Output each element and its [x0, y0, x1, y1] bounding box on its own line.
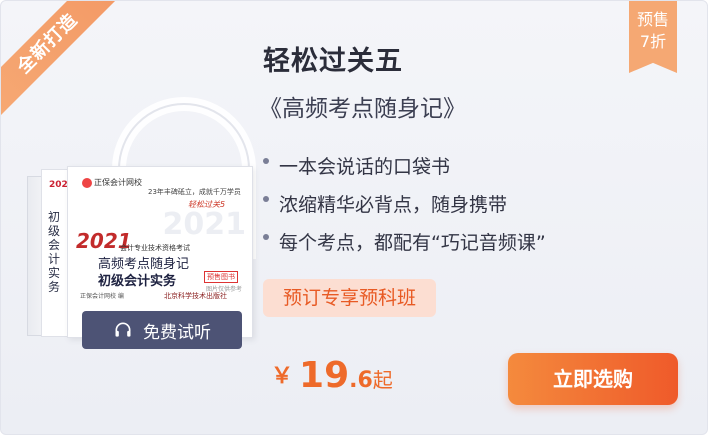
promo-tag: 预订专享预科班 [263, 279, 437, 317]
ribbon-label: 全新打造 [1, 1, 121, 117]
cover-logo: 正保会计网校 [82, 177, 142, 188]
price-suffix: 起 [372, 368, 393, 392]
feature-list: 一本会说话的口袋书 浓缩精华必背点，随身携带 每个考点，都配有“巧记音频课” [263, 151, 546, 265]
product-subtitle: 《高频考点随身记》 [259, 96, 466, 122]
cover-title-line2: 初级会计实务 [98, 274, 177, 289]
cover-watermark: 2021 [162, 207, 247, 242]
cover-slogan: 23年丰碑砥立，成就千万学员 [148, 188, 241, 196]
price-decimal: .6 [349, 368, 373, 393]
cover-publisher: 北京科学技术出版社 [164, 292, 227, 300]
spine-title: 初级会计实务 [48, 210, 61, 294]
cover-presale-tag: 预售图书 [204, 271, 238, 283]
cover-editor: 正保会计网校 编 [80, 293, 124, 300]
product-title: 轻松过关五 [263, 46, 403, 77]
buy-now-button[interactable]: 立即选购 [508, 353, 678, 405]
course-card[interactable]: 全新打造 2021 初级会计实务 正保会计网校 23年丰碑砥立，成就千万学员 轻… [0, 0, 708, 435]
cover-logo-text: 正保会计网校 [94, 178, 142, 187]
free-listen-button[interactable]: 免费试听 [82, 311, 242, 349]
discount-badge: 预售 7折 [629, 1, 677, 73]
logo-icon [82, 177, 92, 188]
discount-line1: 预售 [636, 10, 669, 29]
feature-item: 一本会说话的口袋书 [263, 151, 546, 189]
price: ￥ 19.6起 [271, 355, 393, 396]
price-symbol: ￥ [271, 364, 294, 389]
price-integer: 19 [299, 355, 350, 396]
headphones-icon [115, 322, 131, 337]
discount-line2: 7折 [639, 32, 667, 51]
feature-item: 每个考点，都配有“巧记音频课” [263, 227, 546, 265]
free-listen-label: 免费试听 [143, 322, 211, 343]
cover-series: 会计专业技术资格考试 [120, 244, 190, 252]
feature-item: 浓缩精华必背点，随身携带 [263, 189, 546, 227]
